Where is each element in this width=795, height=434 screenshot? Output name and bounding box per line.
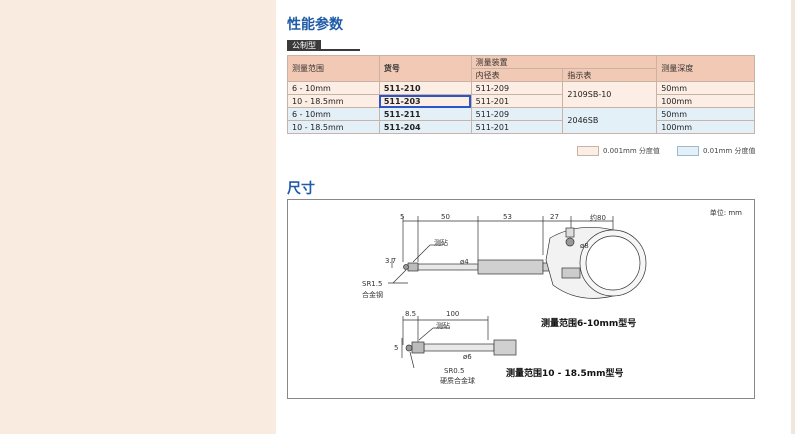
cell-indicator: 2109SB-10 bbox=[562, 81, 658, 108]
header-inner-gauge: 内径表 bbox=[470, 68, 564, 82]
dim-50: 50 bbox=[441, 213, 450, 221]
header-range: 测量范围 bbox=[287, 55, 380, 82]
cell-range: 6 - 10mm bbox=[287, 107, 380, 121]
table-row: 6 - 10mm 511-211 511-209 2046SB 50mm bbox=[287, 107, 755, 134]
unit-label: 单位: mm bbox=[709, 209, 742, 217]
cell-inner: 511-201 bbox=[470, 94, 564, 108]
legend-pink: 0.001mm 分度值 bbox=[577, 146, 660, 156]
cell-depth: 50mm bbox=[656, 81, 755, 95]
legend-swatch-pink bbox=[577, 146, 599, 156]
dim-85: 8.5 bbox=[405, 310, 417, 318]
caption-6-10: 测量范围6-10mm型号 bbox=[541, 319, 637, 329]
caption-10-185: 测量范围10 - 18.5mm型号 bbox=[506, 369, 624, 379]
cell-depth: 100mm bbox=[656, 120, 755, 134]
header-indicator: 指示表 bbox=[562, 68, 658, 82]
header-code: 货号 bbox=[378, 55, 472, 82]
dia-phi6: ø6 bbox=[463, 353, 472, 361]
cell-inner: 511-201 bbox=[470, 120, 564, 134]
dim-5-side: 5 bbox=[394, 344, 399, 352]
header-device: 测量装置 bbox=[470, 55, 658, 69]
dia-phi8: ø8 bbox=[580, 242, 589, 250]
legend-blue: 0.01mm 分度值 bbox=[677, 146, 755, 156]
dimension-title: 尺寸 bbox=[287, 181, 315, 197]
dim-80: 约80 bbox=[590, 214, 606, 222]
legend-swatch-blue bbox=[677, 146, 699, 156]
cell-code: 511-211 bbox=[378, 107, 472, 121]
cell-range: 10 - 18.5mm bbox=[287, 120, 380, 134]
dia-phi4: ø4 bbox=[460, 258, 469, 266]
alloy-steel-label: 合金钢 bbox=[362, 291, 383, 299]
cell-depth: 50mm bbox=[656, 107, 755, 121]
dim-53: 53 bbox=[503, 213, 512, 221]
cell-indicator: 2046SB bbox=[562, 107, 658, 134]
table-row: 6 - 10mm 511-210 511-209 2109SB-10 50mm bbox=[287, 81, 755, 108]
legend-pink-label: 0.001mm 分度值 bbox=[603, 147, 660, 155]
cell-inner: 511-209 bbox=[470, 81, 564, 95]
left-sidebar-panel bbox=[0, 0, 276, 434]
dim-5: 5 bbox=[400, 213, 405, 221]
dimension-diagram: 单位: mm 5 50 53 27 约80 测砧 3.7 ø4 ø8 SR1.5… bbox=[287, 199, 755, 399]
table-row: 10 - 18.5mm 511-203 511-201 100mm bbox=[287, 94, 755, 108]
carbide-ball-label: 硬质合金球 bbox=[440, 377, 475, 385]
section-title: 性能参数 bbox=[287, 17, 343, 33]
spec-table: 测量范围 货号 测量装置 测量深度 内径表 指示表 6 - 10mm 511-2… bbox=[287, 55, 755, 134]
cell-inner: 511-209 bbox=[470, 107, 564, 121]
anvil-label-1: 测砧 bbox=[434, 239, 448, 247]
sr05-label: SR0.5 bbox=[444, 367, 465, 375]
cell-range: 6 - 10mm bbox=[287, 81, 380, 95]
anvil-label-2: 测砧 bbox=[436, 322, 450, 330]
page: 性能参数 公制型 测量范围 货号 测量装置 测量深度 内径表 指示表 6 - 1… bbox=[0, 0, 795, 434]
cell-code: 511-210 bbox=[378, 81, 472, 95]
cell-code: 511-204 bbox=[378, 120, 472, 134]
table-row: 10 - 18.5mm 511-204 511-201 100mm bbox=[287, 120, 755, 134]
cell-range: 10 - 18.5mm bbox=[287, 94, 380, 108]
cell-depth: 100mm bbox=[656, 94, 755, 108]
right-edge-strip bbox=[791, 0, 795, 434]
dim-27: 27 bbox=[550, 213, 559, 221]
header-depth: 测量深度 bbox=[656, 55, 755, 82]
type-tag-label: 公制型 bbox=[287, 40, 321, 51]
dim-100: 100 bbox=[446, 310, 460, 318]
legend-blue-label: 0.01mm 分度值 bbox=[703, 147, 756, 155]
height-37: 3.7 bbox=[385, 257, 397, 265]
sr15-label: SR1.5 bbox=[362, 280, 383, 288]
cell-code-highlighted[interactable]: 511-203 bbox=[378, 94, 472, 108]
type-tag: 公制型 bbox=[287, 40, 360, 51]
